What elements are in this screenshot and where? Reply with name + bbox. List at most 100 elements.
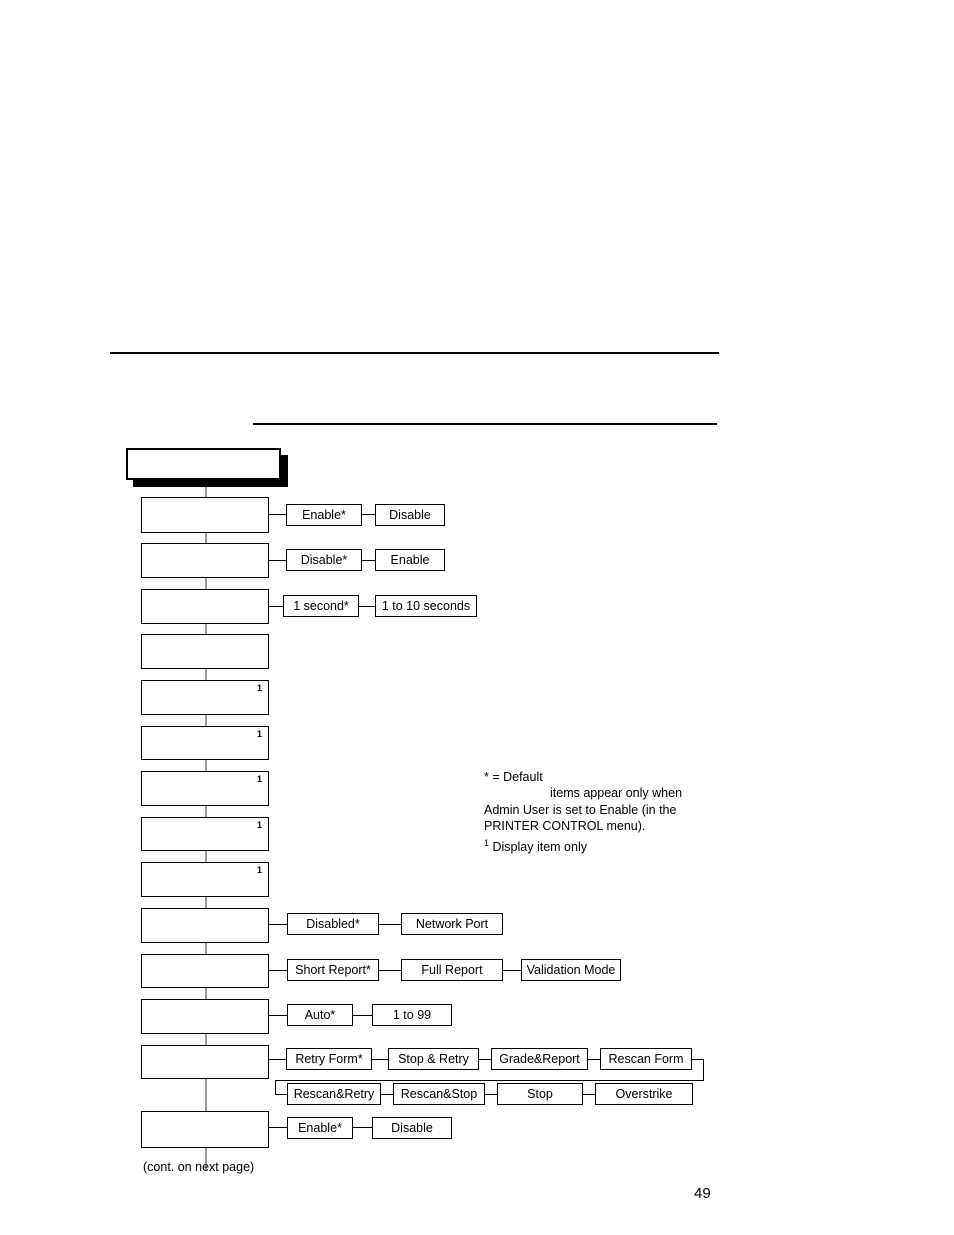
option-label: Disabled* bbox=[306, 916, 360, 931]
branch-connector bbox=[269, 1059, 286, 1061]
page-rule-top bbox=[110, 352, 719, 354]
option-box[interactable]: Rescan&Retry bbox=[287, 1083, 381, 1105]
option-box[interactable]: Stop bbox=[497, 1083, 583, 1105]
branch-connector bbox=[269, 514, 286, 516]
menu-item-superscript: 1 bbox=[256, 729, 262, 739]
option-connector bbox=[381, 1094, 393, 1096]
option-box[interactable]: 1 to 10 seconds bbox=[375, 595, 477, 617]
spine-connector bbox=[205, 806, 207, 817]
branch-connector bbox=[269, 560, 286, 562]
menu-item-box[interactable]: 1 bbox=[141, 771, 269, 806]
option-box[interactable]: Overstrike bbox=[595, 1083, 693, 1105]
option-box[interactable]: Enable bbox=[375, 549, 445, 571]
spine-connector bbox=[205, 851, 207, 862]
menu-item-box[interactable] bbox=[141, 1111, 269, 1148]
option-label: Stop & Retry bbox=[398, 1051, 469, 1066]
option-connector bbox=[485, 1094, 497, 1096]
option-box[interactable]: Rescan Form bbox=[600, 1048, 692, 1070]
option-label: Disable* bbox=[300, 552, 348, 567]
option-box[interactable]: Enable* bbox=[286, 504, 362, 526]
option-label: 1 to 99 bbox=[392, 1007, 432, 1022]
menu-item-box[interactable]: 1 bbox=[141, 726, 269, 760]
option-box[interactable]: Stop & Retry bbox=[388, 1048, 479, 1070]
legend-line-admin-2: Admin User is set to Enable (in the bbox=[484, 802, 677, 817]
option-label: Network Port bbox=[415, 916, 489, 931]
option-label: Disable bbox=[391, 1120, 433, 1135]
option-box[interactable]: Disable bbox=[372, 1117, 452, 1139]
option-box[interactable]: Disabled* bbox=[287, 913, 379, 935]
spine-connector bbox=[205, 943, 207, 954]
menu-item-box[interactable] bbox=[141, 1045, 269, 1079]
option-box[interactable]: 1 second* bbox=[283, 595, 359, 617]
option-box[interactable]: Short Report* bbox=[287, 959, 379, 981]
menu-item-box[interactable] bbox=[141, 543, 269, 578]
option-label: Overstrike bbox=[615, 1086, 673, 1101]
menu-item-box[interactable] bbox=[141, 634, 269, 669]
option-connector bbox=[583, 1094, 595, 1096]
option-label: 1 to 10 seconds bbox=[381, 598, 471, 613]
option-connector bbox=[379, 924, 401, 926]
option-label: Retry Form* bbox=[295, 1051, 363, 1066]
option-box[interactable]: Auto* bbox=[287, 1004, 353, 1026]
spine-connector bbox=[205, 988, 207, 999]
option-connector bbox=[362, 560, 375, 562]
option-connector bbox=[588, 1059, 600, 1061]
option-label: Grade&Report bbox=[499, 1051, 580, 1066]
option-box[interactable]: Disable bbox=[375, 504, 445, 526]
option-box[interactable]: 1 to 99 bbox=[372, 1004, 452, 1026]
option-connector bbox=[479, 1059, 491, 1061]
option-label: Short Report* bbox=[295, 962, 371, 977]
option-box[interactable]: Disable* bbox=[286, 549, 362, 571]
option-box[interactable]: Grade&Report bbox=[491, 1048, 588, 1070]
option-label: Rescan Form bbox=[608, 1051, 684, 1066]
legend-line-display-item: 1 Display item only bbox=[484, 835, 724, 855]
option-box[interactable]: Network Port bbox=[401, 913, 503, 935]
option-connector bbox=[503, 970, 521, 972]
option-box[interactable]: Rescan&Stop bbox=[393, 1083, 485, 1105]
wrap-connector-back bbox=[275, 1080, 704, 1082]
legend-note: * = Default items appear only when Admin… bbox=[484, 769, 724, 855]
option-label: Auto* bbox=[304, 1007, 336, 1022]
menu-item-box[interactable] bbox=[141, 908, 269, 943]
spine-connector bbox=[205, 715, 207, 726]
menu-item-superscript: 1 bbox=[256, 774, 262, 784]
option-connector bbox=[353, 1127, 372, 1129]
branch-connector bbox=[269, 606, 283, 608]
option-label: Enable* bbox=[298, 1120, 342, 1135]
menu-item-box[interactable] bbox=[141, 497, 269, 533]
menu-item-box[interactable] bbox=[141, 999, 269, 1034]
option-connector bbox=[372, 1059, 388, 1061]
menu-item-box[interactable] bbox=[141, 589, 269, 624]
branch-connector bbox=[269, 1127, 287, 1129]
option-box[interactable]: Full Report bbox=[401, 959, 503, 981]
menu-header-box bbox=[126, 448, 281, 480]
option-box[interactable]: Retry Form* bbox=[286, 1048, 372, 1070]
option-label: Validation Mode bbox=[526, 962, 616, 977]
menu-item-box[interactable]: 1 bbox=[141, 862, 269, 897]
page-rule-secondary bbox=[253, 423, 717, 425]
option-connector bbox=[359, 606, 375, 608]
legend-line-admin-3: PRINTER CONTROL menu). bbox=[484, 819, 646, 834]
menu-item-box[interactable] bbox=[141, 954, 269, 988]
option-connector bbox=[379, 970, 401, 972]
menu-item-box[interactable]: 1 bbox=[141, 817, 269, 851]
spine-connector bbox=[205, 897, 207, 908]
option-label: Full Report bbox=[421, 962, 483, 977]
option-label: Enable bbox=[390, 552, 430, 567]
option-connector bbox=[353, 1015, 372, 1017]
spine-connector bbox=[205, 1079, 207, 1111]
menu-item-superscript: 1 bbox=[256, 820, 262, 830]
option-label: Disable bbox=[389, 507, 431, 522]
branch-connector bbox=[269, 1015, 287, 1017]
legend-display-item-text: Display item only bbox=[489, 839, 587, 854]
menu-item-box[interactable]: 1 bbox=[141, 680, 269, 715]
continuation-note: (cont. on next page) bbox=[143, 1160, 255, 1174]
branch-connector bbox=[269, 970, 287, 972]
menu-item-superscript: 1 bbox=[256, 683, 262, 693]
branch-connector bbox=[269, 924, 287, 926]
option-box[interactable]: Enable* bbox=[287, 1117, 353, 1139]
option-box[interactable]: Validation Mode bbox=[521, 959, 621, 981]
spine-connector bbox=[205, 760, 207, 771]
option-connector bbox=[362, 514, 375, 516]
spine-connector bbox=[205, 578, 207, 589]
